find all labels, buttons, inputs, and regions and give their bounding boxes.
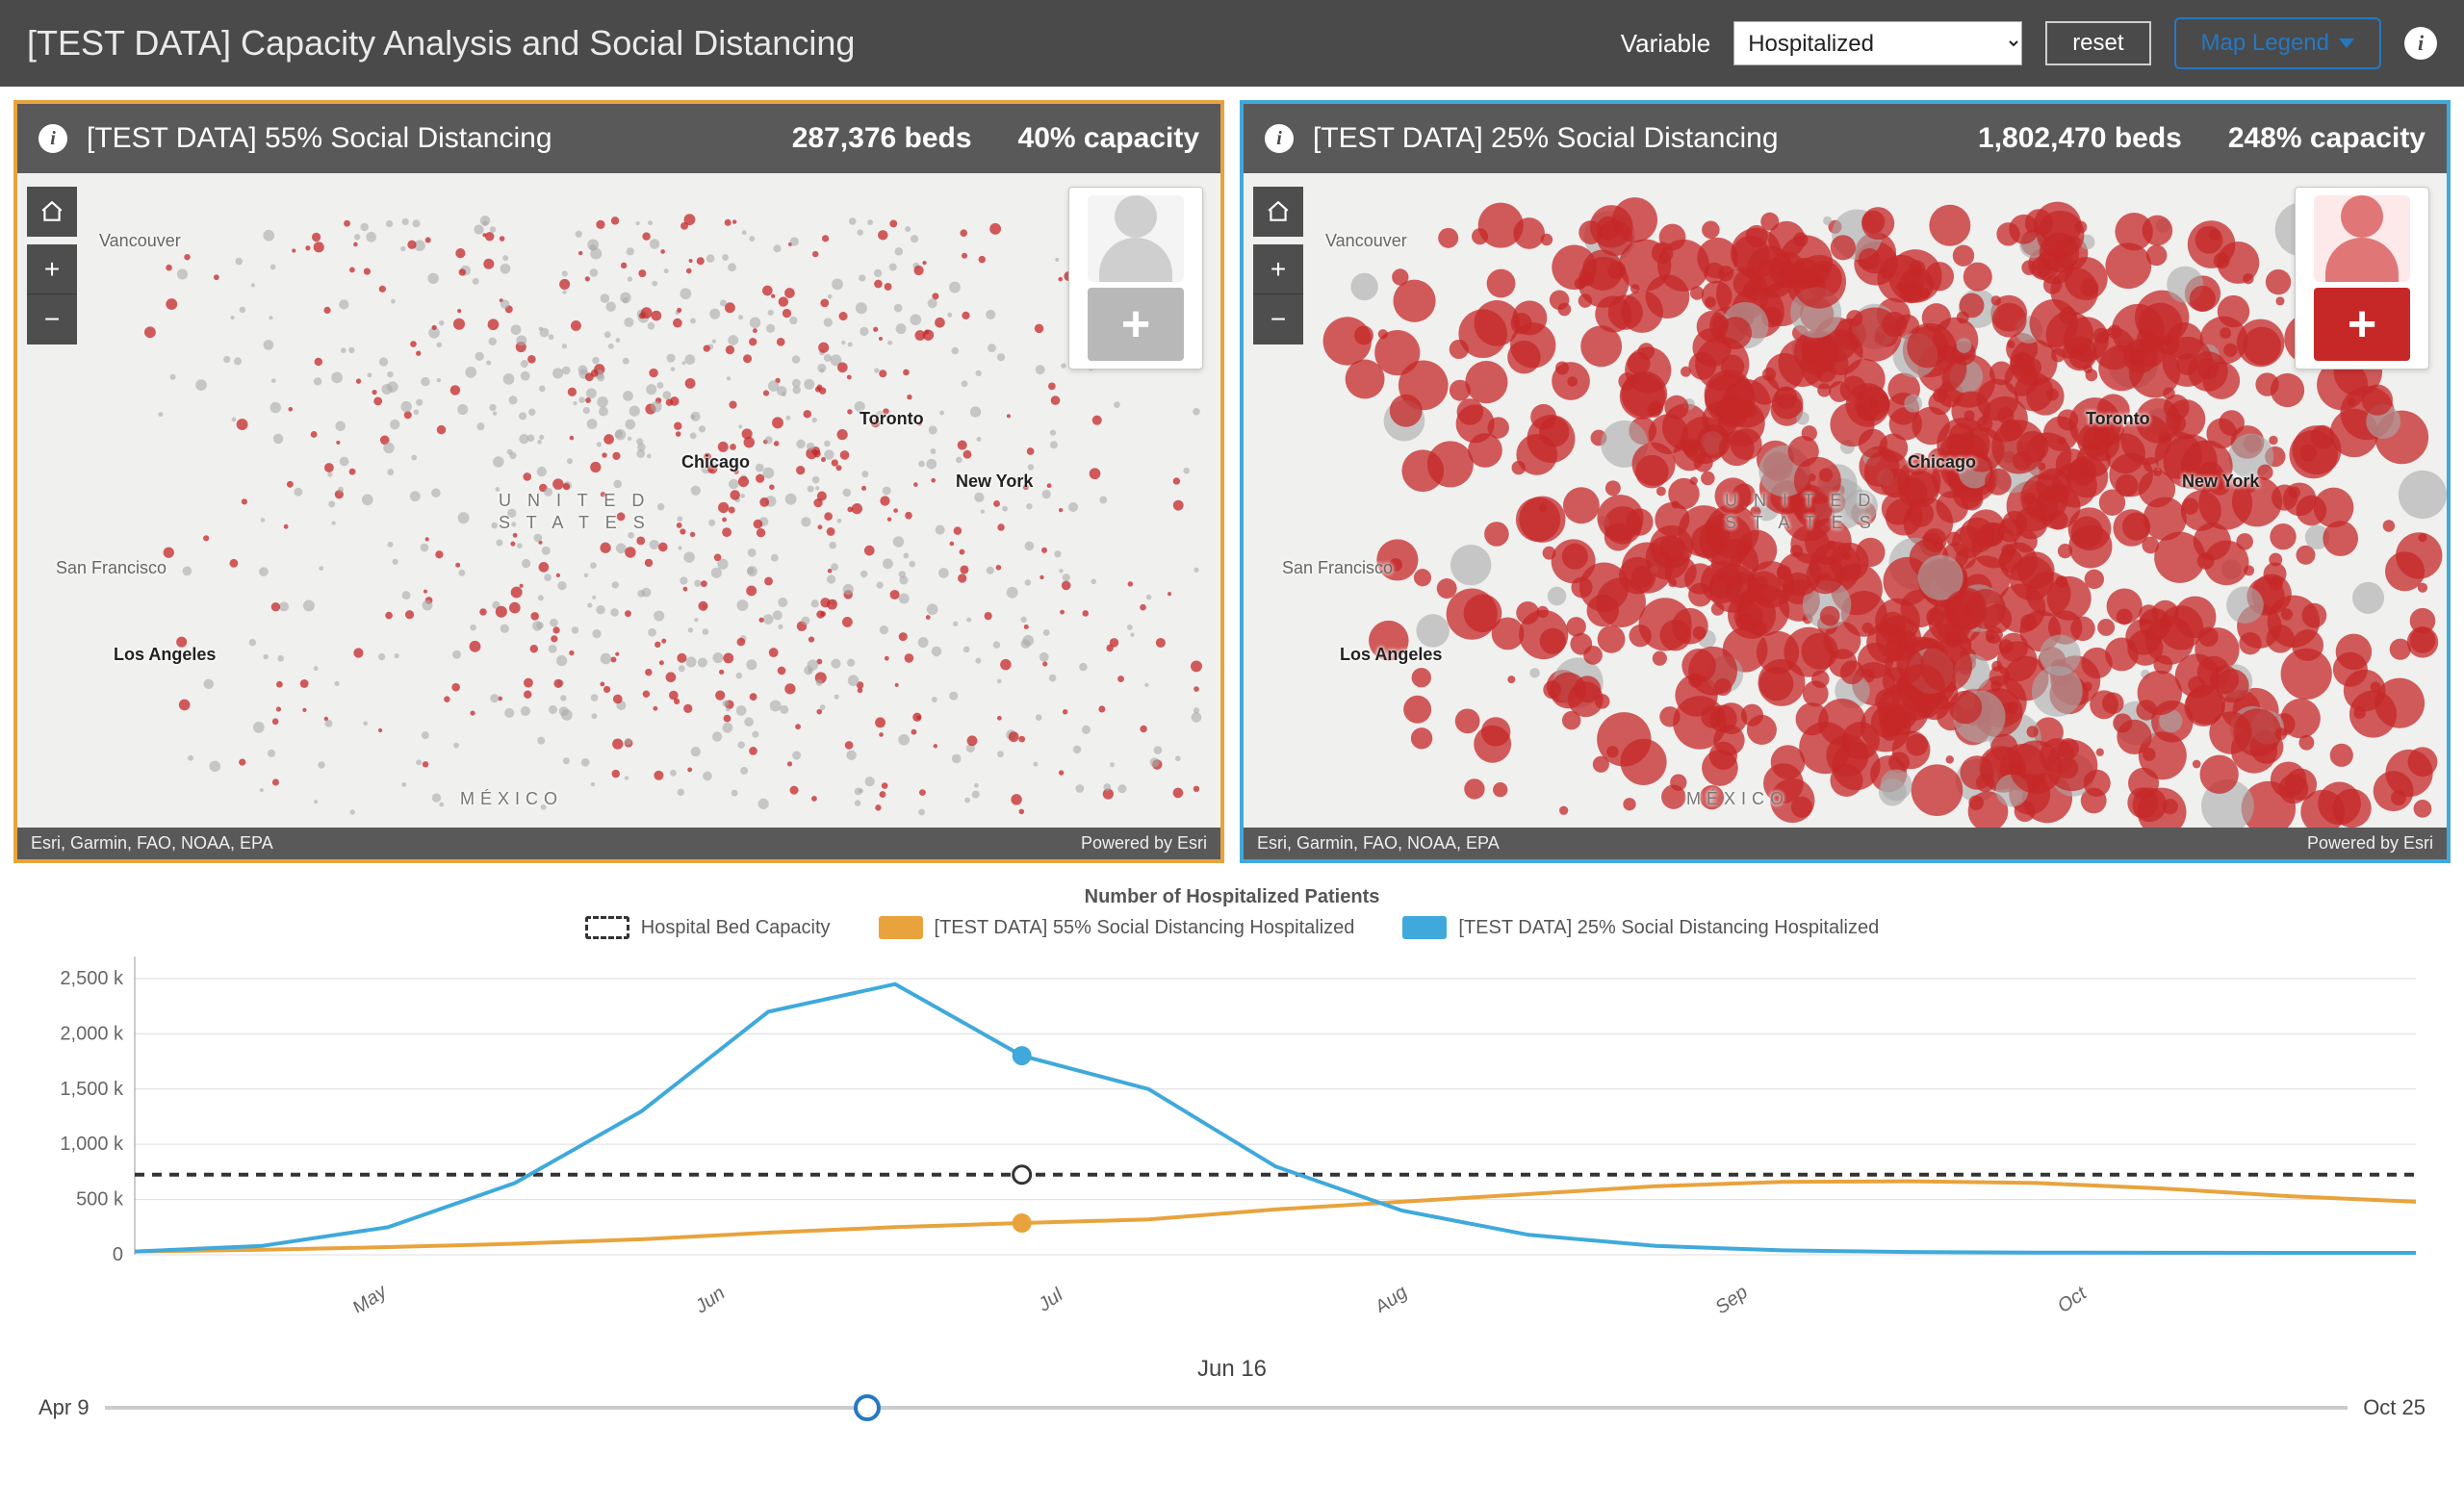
city-label: Vancouver — [1325, 231, 1407, 251]
map-capacity-right: 248% capacity — [2228, 122, 2426, 155]
chevron-down-icon — [2339, 38, 2354, 48]
hospital-status-card[interactable]: + — [1068, 187, 1203, 370]
map-footer: Esri, Garmin, FAO, NOAA, EPA Powered by … — [17, 828, 1220, 859]
map-panel-left: i [TEST DATA] 55% Social Distancing 287,… — [13, 100, 1224, 863]
svg-text:Jul: Jul — [1034, 1284, 1067, 1313]
map-header-right: i [TEST DATA] 25% Social Distancing 1,80… — [1244, 104, 2447, 173]
map-legend-button[interactable]: Map Legend — [2174, 17, 2381, 69]
map-beds-right: 1,802,470 beds — [1978, 122, 2182, 155]
timeline-current-label: Jun 16 — [38, 1356, 2426, 1383]
timeline-bar[interactable] — [105, 1406, 2348, 1410]
legend-swatch-blue — [1402, 916, 1447, 939]
city-label: New York — [956, 472, 1033, 492]
map-attribution: Esri, Garmin, FAO, NOAA, EPA — [31, 833, 273, 854]
maps-row: i [TEST DATA] 55% Social Distancing 287,… — [0, 87, 2464, 877]
home-button[interactable] — [1253, 187, 1303, 237]
svg-text:May: May — [348, 1281, 391, 1313]
zoom-in-button[interactable]: + — [1253, 244, 1303, 294]
timeline-track[interactable]: Apr 9 Oct 25 — [38, 1389, 2426, 1427]
map-panel-right: i [TEST DATA] 25% Social Distancing 1,80… — [1240, 100, 2451, 863]
map-canvas-right[interactable]: + − + Vancouver San Francisco Los Angele… — [1244, 173, 2447, 828]
info-icon[interactable]: i — [38, 124, 67, 153]
reset-button[interactable]: reset — [2045, 21, 2150, 65]
svg-text:1,000 k: 1,000 k — [60, 1134, 124, 1155]
city-label: Toronto — [860, 409, 924, 429]
map-header-left: i [TEST DATA] 55% Social Distancing 287,… — [17, 104, 1220, 173]
city-label: San Francisco — [56, 558, 167, 578]
hospital-plus-icon: + — [1088, 288, 1184, 361]
variable-select[interactable]: Hospitalized — [1733, 21, 2022, 65]
svg-text:Jun: Jun — [691, 1283, 730, 1313]
chart-title: Number of Hospitalized Patients — [29, 886, 2435, 908]
hospital-status-card[interactable]: + — [2295, 187, 2429, 370]
svg-text:0: 0 — [113, 1244, 123, 1265]
city-label: Chicago — [1908, 452, 1976, 472]
info-icon[interactable]: i — [1265, 124, 1294, 153]
info-icon[interactable]: i — [2404, 27, 2437, 60]
person-icon — [2314, 195, 2410, 282]
chart-section: Number of Hospitalized Patients Hospital… — [0, 877, 2464, 1346]
map-capacity-left: 40% capacity — [1018, 122, 1199, 155]
chart-legend: Hospital Bed Capacity [TEST DATA] 55% So… — [29, 916, 2435, 939]
city-label: Los Angeles — [114, 645, 216, 665]
svg-text:1,500 k: 1,500 k — [60, 1079, 124, 1100]
svg-text:500 k: 500 k — [76, 1189, 124, 1211]
line-chart[interactable]: 0 500 k 1,000 k 1,500 k 2,000 k 2,500 k May Jun… — [29, 947, 2435, 1313]
legend-swatch-dashed — [585, 916, 629, 939]
city-label: Toronto — [2086, 409, 2150, 429]
map-controls: + − — [1253, 187, 1303, 344]
timeline: Jun 16 Apr 9 Oct 25 — [0, 1346, 2464, 1456]
map-controls: + − — [27, 187, 77, 344]
home-button[interactable] — [27, 187, 77, 237]
svg-text:2,500 k: 2,500 k — [60, 968, 124, 989]
country-label: U N I T E D S T A T E S — [499, 491, 651, 533]
page-title: [TEST DATA] Capacity Analysis and Social… — [27, 23, 1598, 64]
svg-text:Oct: Oct — [2054, 1282, 2092, 1313]
country-label: MÉXICO — [1686, 789, 1789, 809]
zoom-out-button[interactable]: − — [1253, 294, 1303, 344]
city-label: Vancouver — [99, 231, 181, 251]
svg-text:Aug: Aug — [1371, 1282, 1412, 1313]
hospital-plus-icon: + — [2314, 288, 2410, 361]
city-label: Los Angeles — [1340, 645, 1442, 665]
legend-item-55[interactable]: [TEST DATA] 55% Social Distancing Hospit… — [879, 916, 1355, 939]
svg-text:2,000 k: 2,000 k — [60, 1023, 124, 1044]
svg-text:Sep: Sep — [1711, 1282, 1752, 1313]
variable-label: Variable — [1621, 29, 1710, 59]
app-header: [TEST DATA] Capacity Analysis and Social… — [0, 0, 2464, 87]
timeline-handle[interactable] — [854, 1394, 881, 1421]
legend-item-capacity[interactable]: Hospital Bed Capacity — [585, 916, 831, 939]
map-legend-label: Map Legend — [2201, 30, 2329, 57]
country-label: U N I T E D S T A T E S — [1725, 491, 1877, 533]
map-attribution: Esri, Garmin, FAO, NOAA, EPA — [1257, 833, 1500, 854]
map-title-left: [TEST DATA] 55% Social Distancing — [87, 122, 773, 155]
city-label: San Francisco — [1282, 558, 1393, 578]
map-footer: Esri, Garmin, FAO, NOAA, EPA Powered by … — [1244, 828, 2447, 859]
legend-item-25[interactable]: [TEST DATA] 25% Social Distancing Hospit… — [1402, 916, 1879, 939]
person-icon — [1088, 195, 1184, 282]
legend-swatch-orange — [879, 916, 923, 939]
map-powered-by[interactable]: Powered by Esri — [2307, 833, 2433, 854]
city-label: New York — [2182, 472, 2259, 492]
map-canvas-left[interactable]: + − + Vancouver San Francisco Los Angele… — [17, 173, 1220, 828]
timeline-end-label: Oct 25 — [2363, 1395, 2426, 1420]
zoom-in-button[interactable]: + — [27, 244, 77, 294]
map-powered-by[interactable]: Powered by Esri — [1081, 833, 1207, 854]
country-label: MÉXICO — [460, 789, 563, 809]
zoom-out-button[interactable]: − — [27, 294, 77, 344]
city-label: Chicago — [681, 452, 750, 472]
timeline-start-label: Apr 9 — [38, 1395, 90, 1420]
map-beds-left: 287,376 beds — [792, 122, 972, 155]
map-title-right: [TEST DATA] 25% Social Distancing — [1313, 122, 1959, 155]
